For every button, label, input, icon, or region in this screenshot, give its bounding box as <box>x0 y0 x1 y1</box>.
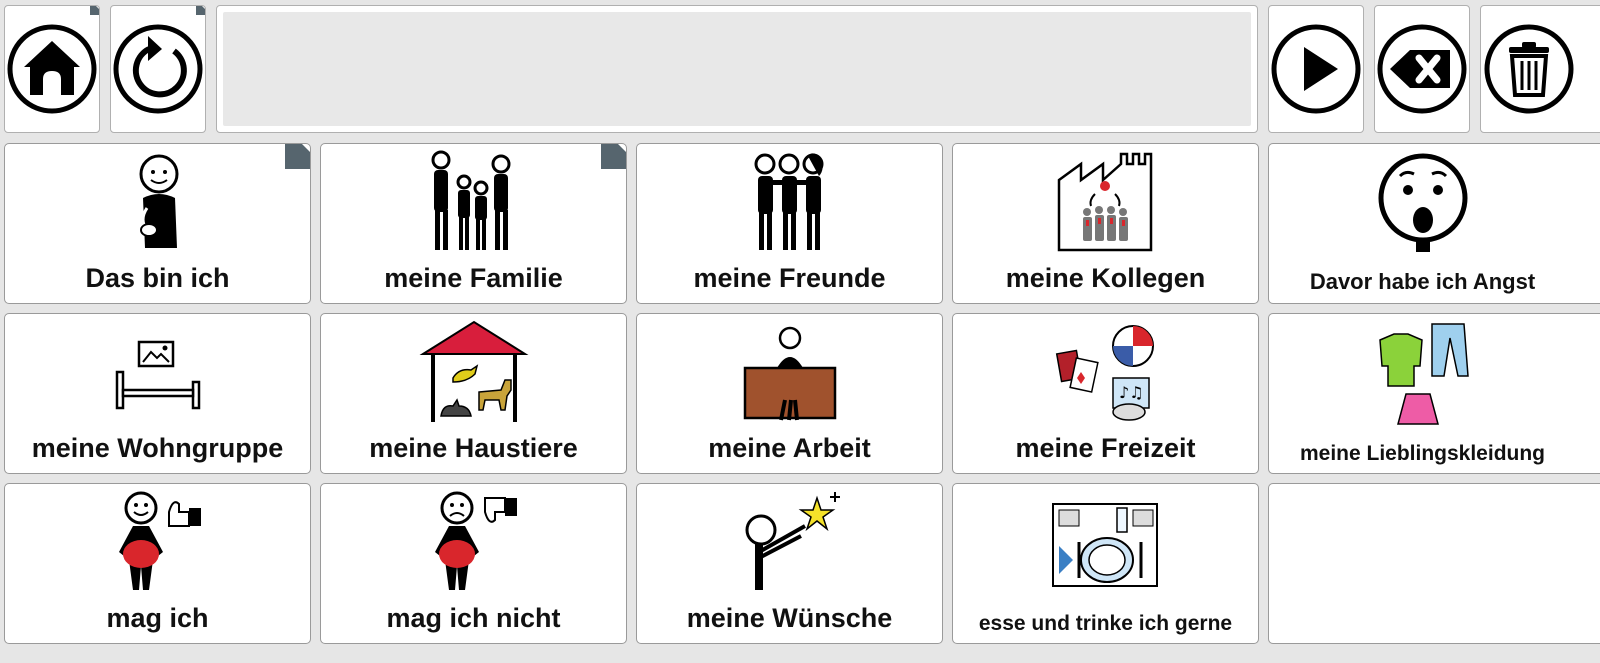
tile-davor-habe-ich-angst[interactable]: Davor habe ich Angst <box>1268 143 1600 304</box>
tile-das-bin-ich[interactable]: Das bin ich <box>4 143 311 304</box>
message-bar[interactable] <box>216 5 1258 133</box>
scared-face-icon <box>1378 153 1467 252</box>
family-icon <box>431 150 510 250</box>
tile-label: esse und trinke ich gerne <box>978 612 1233 635</box>
wish-star-icon <box>745 492 840 590</box>
dislike-icon <box>434 491 517 590</box>
folder-marker <box>285 144 310 169</box>
clothes-icon <box>1378 323 1469 425</box>
clear-button[interactable] <box>1480 5 1600 133</box>
back-icon <box>113 24 203 114</box>
tile-label: meine Wohngruppe <box>31 433 284 463</box>
tile-label: mag ich <box>106 603 209 633</box>
svg-text:♪♫: ♪♫ <box>1119 383 1144 402</box>
tile-meine-freizeit[interactable]: ♪♫ meine Freizeit <box>952 313 1259 474</box>
folder-marker <box>196 6 205 15</box>
tile-meine-wohngruppe[interactable]: meine Wohngruppe <box>4 313 311 474</box>
tile-label: meine Wünsche <box>686 603 893 633</box>
backspace-button[interactable] <box>1374 5 1470 133</box>
self-person-icon <box>139 154 178 248</box>
tile-label: meine Arbeit <box>708 433 871 463</box>
tile-label: meine Freunde <box>693 263 886 293</box>
tile-meine-familie[interactable]: meine Familie <box>320 143 627 304</box>
speak-button[interactable] <box>1268 5 1364 133</box>
food-plate-icon <box>1051 503 1158 587</box>
play-icon <box>1271 24 1361 114</box>
bed-icon <box>115 340 200 410</box>
back-button[interactable] <box>110 5 206 133</box>
tile-mag-ich[interactable]: mag ich <box>4 483 311 644</box>
tile-label: meine Lieblingskleidung <box>1299 442 1546 465</box>
folder-marker <box>601 144 626 169</box>
tile-label: mag ich nicht <box>386 603 561 633</box>
folder-marker <box>90 6 99 15</box>
tile-label: Das bin ich <box>85 263 230 293</box>
leisure-icon: ♪♫ <box>1055 325 1154 421</box>
backspace-icon <box>1377 24 1467 114</box>
tile-label: meine Kollegen <box>1005 263 1206 293</box>
tile-label: Davor habe ich Angst <box>1309 269 1536 294</box>
tile-label: meine Familie <box>384 263 563 293</box>
tile-meine-wuensche[interactable]: meine Wünsche <box>636 483 943 644</box>
tile-meine-haustiere[interactable]: meine Haustiere <box>320 313 627 474</box>
home-icon <box>7 24 97 114</box>
tile-meine-kollegen[interactable]: meine Kollegen <box>952 143 1259 304</box>
message-bar-text <box>223 12 1251 126</box>
tile-meine-lieblingskleidung[interactable]: meine Lieblingskleidung <box>1268 313 1600 474</box>
home-button[interactable] <box>4 5 100 133</box>
tile-empty[interactable] <box>1268 483 1600 644</box>
tile-mag-ich-nicht[interactable]: mag ich nicht <box>320 483 627 644</box>
tile-esse-und-trinke-ich-gerne[interactable]: esse und trinke ich gerne <box>952 483 1259 644</box>
pets-icon <box>419 320 528 422</box>
work-desk-icon <box>743 326 836 421</box>
tile-label: meine Freizeit <box>1015 433 1196 463</box>
tile-meine-freunde[interactable]: meine Freunde <box>636 143 943 304</box>
like-icon <box>118 491 201 590</box>
tile-meine-arbeit[interactable]: meine Arbeit <box>636 313 943 474</box>
colleagues-icon <box>1057 152 1152 252</box>
friends-icon <box>754 153 823 250</box>
tile-label: meine Haustiere <box>369 433 578 463</box>
trash-icon <box>1484 24 1574 114</box>
